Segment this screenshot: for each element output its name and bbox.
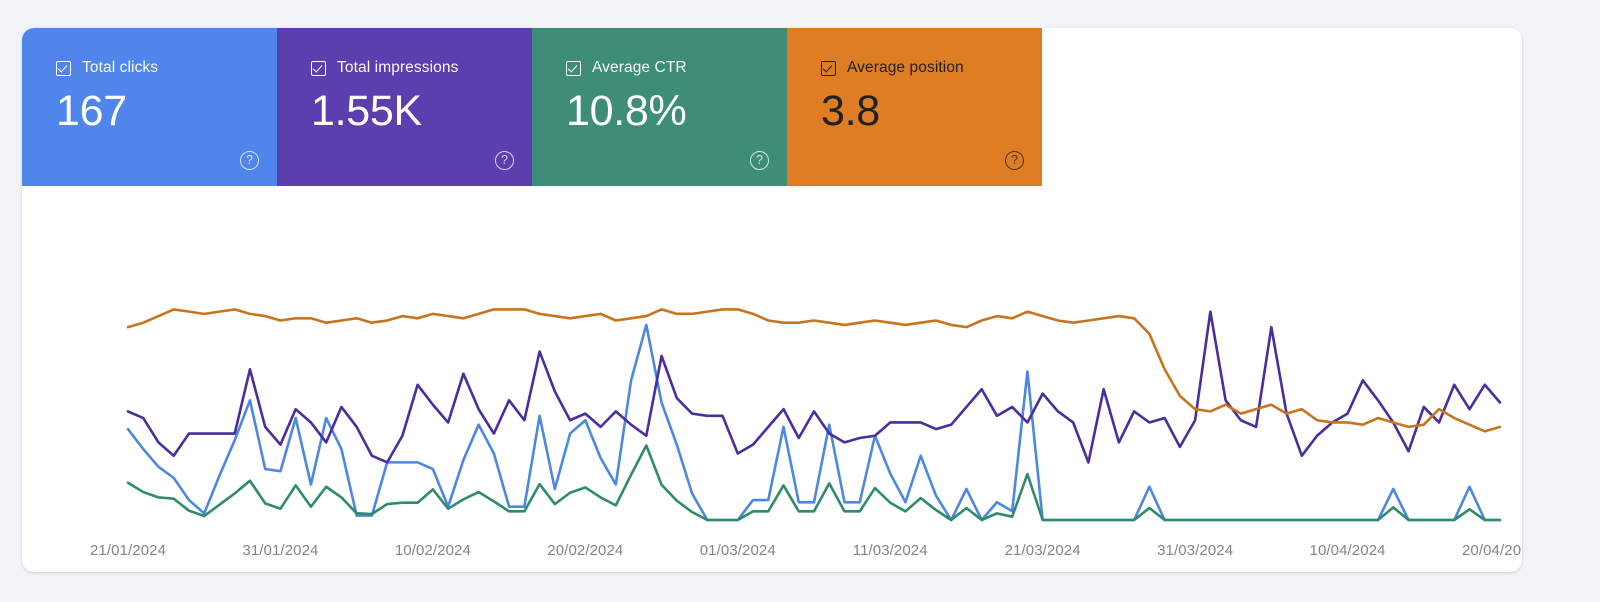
metric-value: 167: [56, 87, 127, 135]
page-root: Total clicks 167? Total impressions 1.55K? A…: [0, 0, 1600, 602]
series-line-total-impressions: [126, 310, 1502, 464]
help-circle-icon[interactable]: ?: [240, 151, 259, 170]
checkbox-checked-icon[interactable]: [311, 60, 326, 76]
help-circle-icon[interactable]: ?: [1005, 151, 1024, 170]
checkbox-checked-icon[interactable]: [566, 60, 581, 76]
metric-card-strip: Total clicks 167? Total impressions 1.55K? A…: [22, 28, 1042, 186]
help-circle-icon[interactable]: ?: [495, 151, 514, 170]
metric-card-total-clicks[interactable]: Total clicks 167?: [22, 28, 277, 186]
metric-header-total-impressions: Total impressions: [311, 58, 532, 78]
metric-card-average-ctr[interactable]: Average CTR 10.8%?: [532, 28, 787, 186]
metric-label: Total impressions: [337, 59, 459, 77]
help-circle-icon[interactable]: ?: [750, 151, 769, 170]
metric-value: 3.8: [821, 87, 880, 135]
metric-header-average-ctr: Average CTR: [566, 58, 787, 78]
metric-value: 1.55K: [311, 87, 422, 135]
metric-label: Total clicks: [82, 59, 159, 77]
metric-card-average-position[interactable]: Average position 3.8?: [787, 28, 1042, 186]
metric-card-total-impressions[interactable]: Total impressions 1.55K?: [277, 28, 532, 186]
series-line-average-ctr: [126, 444, 1502, 522]
performance-chart[interactable]: 21/01/2024 31/01/2024 10/02/2024 20/02/2024…: [22, 186, 1522, 572]
metric-header-average-position: Average position: [821, 58, 1042, 78]
checkbox-checked-icon[interactable]: [56, 60, 71, 76]
performance-panel: Total clicks 167? Total impressions 1.55K? A…: [22, 28, 1522, 572]
chart-canvas: [126, 308, 1502, 522]
metric-label: Average CTR: [592, 59, 687, 77]
metric-value: 10.8%: [566, 87, 687, 135]
metric-label: Average position: [847, 59, 964, 77]
metric-header-total-clicks: Total clicks: [56, 58, 277, 78]
checkbox-checked-icon[interactable]: [821, 60, 836, 76]
